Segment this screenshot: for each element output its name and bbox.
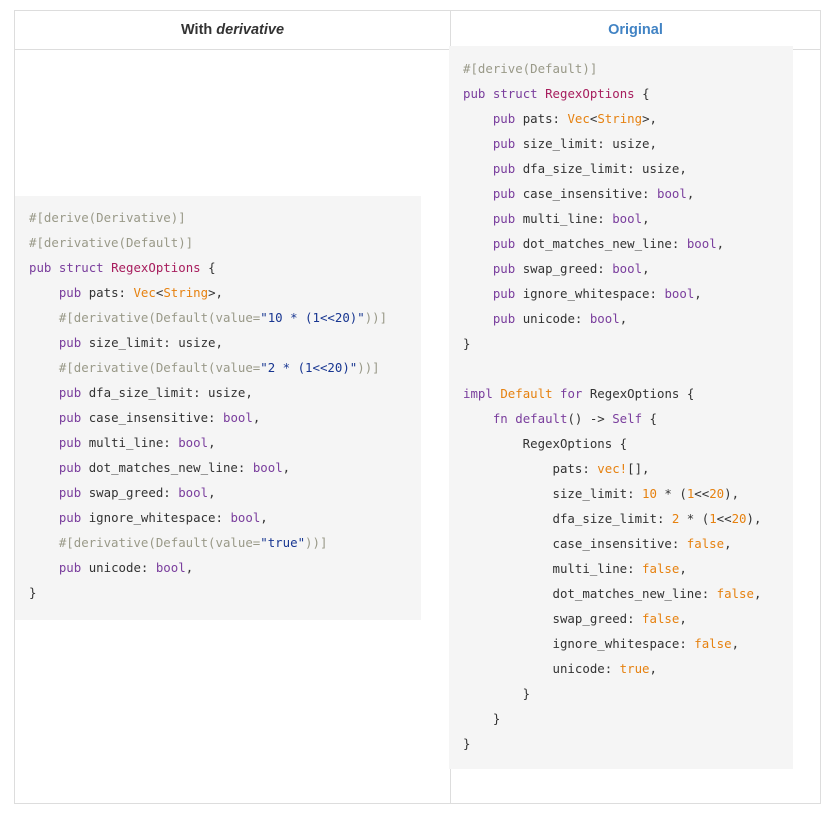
- original-code-line: ignore_whitespace: false,: [463, 636, 740, 651]
- derivative-code-line: }: [29, 585, 37, 600]
- original-code-line: unicode: true,: [463, 661, 657, 676]
- original-code-line: impl Default for RegexOptions {: [463, 386, 695, 401]
- derivative-code-line: pub pats: Vec<String>,: [58, 285, 223, 300]
- derivative-code-line: pub multi_line: bool,: [58, 435, 216, 450]
- original-code-line: [463, 356, 793, 381]
- original-code-line: case_insensitive: false,: [463, 536, 732, 551]
- original-code-line: pub swap_greed: bool,: [492, 261, 650, 276]
- original-code-line: pub pats: Vec<String>,: [492, 111, 657, 126]
- original-code-line: pub unicode: bool,: [492, 311, 628, 326]
- table-header-row: With derivative Original: [15, 11, 820, 50]
- derivative-code-line: pub dot_matches_new_line: bool,: [58, 460, 291, 475]
- original-code-line: }: [463, 336, 471, 351]
- derivative-code-line: pub dfa_size_limit: usize,: [58, 385, 253, 400]
- derivative-code-line: pub size_limit: usize,: [58, 335, 223, 350]
- original-code-line: pub ignore_whitespace: bool,: [492, 286, 702, 301]
- derivative-code-line: pub struct RegexOptions {: [29, 260, 216, 275]
- derivative-code-line: #[derivative(Default(value="true"))]: [29, 535, 328, 550]
- header-with-prefix: With: [180, 22, 217, 38]
- derivative-code-line: pub swap_greed: bool,: [58, 485, 216, 500]
- derivative-code-line: #[derive(Derivative)]: [29, 210, 186, 225]
- original-code-line: pub multi_line: bool,: [492, 211, 650, 226]
- original-code-line: pub case_insensitive: bool,: [492, 186, 695, 201]
- derivative-code-line: pub case_insensitive: bool,: [58, 410, 261, 425]
- original-code-line: multi_line: false,: [463, 561, 687, 576]
- header-with-derivative: With derivative: [15, 11, 450, 49]
- original-code-line: }: [463, 736, 471, 751]
- derivative-code-line: #[derivative(Default(value="2 * (1<<20)"…: [29, 360, 380, 375]
- original-code-line: pub dot_matches_new_line: bool,: [492, 236, 725, 251]
- derivative-code-line: #[derivative(Default)]: [29, 235, 194, 250]
- derivative-code-line: pub unicode: bool,: [58, 560, 194, 575]
- code-block-with-derivative: #[derive(Derivative)] #[derivative(Defaul…: [15, 196, 421, 620]
- derivative-code-line: pub ignore_whitespace: bool,: [58, 510, 268, 525]
- header-derivative-emphasis: derivative: [216, 22, 285, 38]
- original-code-line: }: [463, 686, 531, 701]
- original-code-line: }: [463, 711, 501, 726]
- original-code-line: dot_matches_new_line: false,: [463, 586, 762, 601]
- derivative-code-line: #[derivative(Default(value="10 * (1<<20)…: [29, 310, 388, 325]
- original-code-line: dfa_size_limit: 2 * (1<<20),: [463, 511, 762, 526]
- original-code-line: RegexOptions {: [463, 436, 628, 451]
- original-code-line: swap_greed: false,: [463, 611, 687, 626]
- original-code-line: size_limit: 10 * (1<<20),: [463, 486, 740, 501]
- original-code-line: pats: vec![],: [463, 461, 650, 476]
- original-code-line: pub dfa_size_limit: usize,: [492, 161, 687, 176]
- code-block-original: #[derive(Default)] pub struct RegexOption…: [449, 46, 793, 769]
- header-original: Original: [608, 22, 663, 38]
- original-code-line: pub size_limit: usize,: [492, 136, 657, 151]
- original-code-line: fn default() -> Self {: [492, 411, 657, 426]
- original-code-line: #[derive(Default)]: [463, 61, 598, 76]
- original-code-line: pub struct RegexOptions {: [463, 86, 650, 101]
